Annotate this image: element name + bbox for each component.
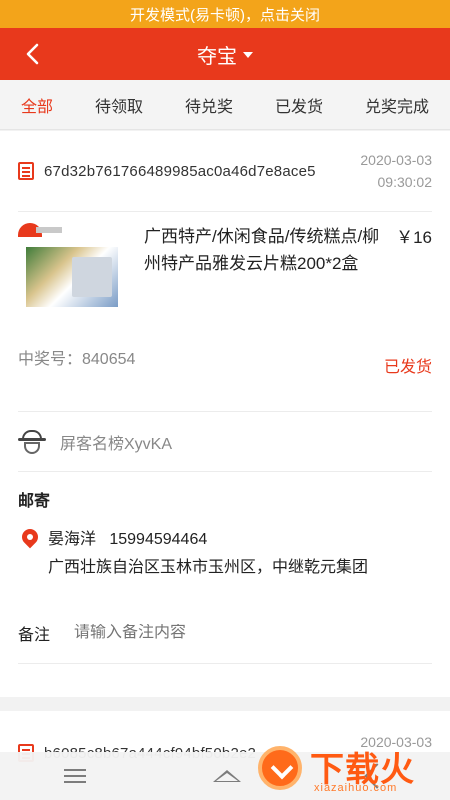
remark-label: 备注 xyxy=(18,627,51,644)
page-title: 夺宝 xyxy=(197,45,237,68)
menu-icon[interactable] xyxy=(63,769,86,783)
order-datetime: 2020-03-03 09:30:02 xyxy=(360,149,432,193)
product-item[interactable]: 广西特产/休闲食品/传统糕点/柳州特产品雅发云片糕200*2盒 ￥16 xyxy=(18,223,432,313)
location-pin-icon xyxy=(18,525,42,549)
home-icon[interactable] xyxy=(212,770,241,782)
prize-number: 中奖号：840654 xyxy=(18,351,136,368)
app-header: 夺宝 xyxy=(0,28,450,80)
product-thumbnail xyxy=(18,223,122,311)
dev-mode-text: 开发模式(易卡顿)，点击关闭 xyxy=(130,6,320,24)
winner-row: 屏客名榜XyvKA xyxy=(18,427,432,457)
remark-input[interactable] xyxy=(74,624,432,642)
order-id: 67d32b761766489985ac0a46d7e8ace5 xyxy=(44,162,316,180)
recipient-info: 晏海洋 15994594464 xyxy=(48,525,207,549)
document-icon xyxy=(18,162,34,180)
prize-row: 中奖号：840654 已发货 xyxy=(18,345,432,376)
product-name: 广西特产/休闲食品/传统糕点/柳州特产品雅发云片糕200*2盒 xyxy=(144,227,380,273)
back-button[interactable] xyxy=(18,40,46,68)
product-photo xyxy=(26,247,118,307)
divider xyxy=(18,411,432,412)
tab-completed[interactable]: 兑奖完成 xyxy=(361,83,433,127)
divider xyxy=(18,471,432,472)
recipient-name: 晏海洋 xyxy=(48,531,97,548)
tab-shipped[interactable]: 已发货 xyxy=(271,83,327,127)
winner-name: 屏客名榜XyvKA xyxy=(60,436,173,453)
shipping-title: 邮寄 xyxy=(18,493,51,510)
product-price: ￥16 xyxy=(396,228,432,247)
caret-down-icon xyxy=(243,52,253,58)
watermark-domain: xiazaihuo.com xyxy=(314,782,398,794)
tab-all[interactable]: 全部 xyxy=(17,83,57,127)
recipient-address: 广西壮族自治区玉林市玉州区，中继乾元集团 xyxy=(48,559,369,576)
order-date: 2020-03-03 xyxy=(360,152,432,168)
status-badge: 已发货 xyxy=(383,359,432,376)
divider xyxy=(18,663,432,664)
watermark-logo-icon xyxy=(258,746,302,790)
avatar-icon xyxy=(18,428,46,456)
title-dropdown[interactable]: 夺宝 xyxy=(197,40,253,69)
order-header: 67d32b761766489985ac0a46d7e8ace5 2020-03… xyxy=(18,149,432,193)
tab-to-claim[interactable]: 待领取 xyxy=(91,83,147,127)
dev-mode-bar[interactable]: 开发模式(易卡顿)，点击关闭 xyxy=(0,0,450,28)
address-block[interactable]: 晏海洋 15994594464 广西壮族自治区玉林市玉州区，中继乾元集团 xyxy=(18,525,432,577)
watermark: 下载火 xiazaihuo.com xyxy=(258,742,438,796)
chevron-left-icon xyxy=(26,43,39,65)
recipient-phone: 15994594464 xyxy=(109,531,208,548)
order-time: 09:30:02 xyxy=(377,174,433,190)
status-tabs: 全部 待领取 待兑奖 已发货 兑奖完成 xyxy=(0,80,450,130)
divider xyxy=(18,211,432,212)
tab-to-redeem[interactable]: 待兑奖 xyxy=(181,83,237,127)
remark-row: 备注 xyxy=(18,620,432,646)
order-card: 67d32b761766489985ac0a46d7e8ace5 2020-03… xyxy=(0,131,450,697)
